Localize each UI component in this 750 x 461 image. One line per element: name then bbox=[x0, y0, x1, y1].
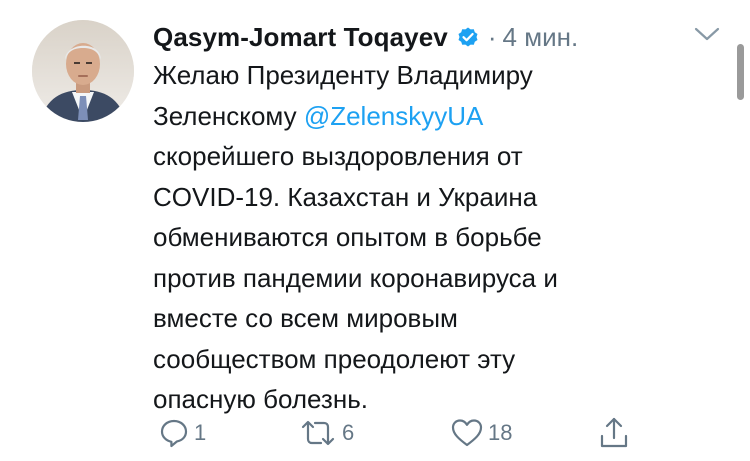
tweet-text: Желаю Президенту Владимиру Зеленскому @Z… bbox=[153, 55, 713, 420]
tweet-text-line: обмениваются опытом в борьбе bbox=[153, 217, 713, 258]
tweet-text-line: сообществом преодолеют эту bbox=[153, 339, 713, 380]
heart-icon bbox=[451, 419, 483, 447]
text-segment: против пандемии коронавируса и bbox=[153, 262, 558, 293]
text-segment: COVID-19. Казахстан и Украина bbox=[153, 181, 538, 212]
chevron-down-icon[interactable] bbox=[694, 25, 720, 43]
tweet-text-line: скорейшего выздоровления от bbox=[153, 136, 713, 177]
share-button[interactable] bbox=[598, 416, 630, 450]
avatar-photo bbox=[32, 20, 134, 122]
tweet-text-line: вместе со всем мировым bbox=[153, 298, 713, 339]
tweet-header: Qasym-Jomart Toqayev · 4 мин. bbox=[153, 20, 578, 54]
like-button[interactable]: 18 bbox=[450, 416, 512, 450]
scrollbar[interactable] bbox=[737, 44, 744, 100]
header-separator: · bbox=[487, 21, 497, 52]
retweet-button[interactable]: 6 bbox=[298, 416, 354, 450]
retweet-icon bbox=[301, 420, 335, 446]
avatar[interactable] bbox=[32, 20, 134, 122]
tweet-actions: 1 6 18 bbox=[0, 416, 750, 452]
reply-count: 1 bbox=[194, 420, 207, 445]
tweet-text-line: Зеленскому @ZelenskyyUA bbox=[153, 96, 713, 137]
tweet-text-line: против пандемии коронавируса и bbox=[153, 258, 713, 299]
text-segment: обмениваются опытом в борьбе bbox=[153, 222, 542, 252]
tweet-text-line: COVID-19. Казахстан и Украина bbox=[153, 177, 713, 218]
text-segment: опасную болезнь. bbox=[153, 384, 368, 414]
tweet-text-line: Желаю Президенту Владимиру bbox=[153, 55, 713, 96]
text-segment: сообществом преодолеют эту bbox=[153, 343, 516, 374]
like-count: 18 bbox=[488, 420, 513, 445]
text-segment: Желаю Президенту Владимиру bbox=[153, 60, 533, 90]
share-icon bbox=[600, 417, 628, 448]
verified-badge-icon bbox=[456, 25, 480, 49]
timestamp[interactable]: 4 мин. bbox=[503, 22, 579, 53]
author-name[interactable]: Qasym-Jomart Toqayev bbox=[153, 22, 448, 53]
text-segment: вместе со всем мировым bbox=[153, 303, 458, 333]
mention-link[interactable]: @ZelenskyyUA bbox=[304, 101, 484, 131]
text-segment: Зеленскому bbox=[153, 100, 304, 131]
tweet-text-line: опасную болезнь. bbox=[153, 379, 713, 420]
tweet-card[interactable]: Qasym-Jomart Toqayev · 4 мин. Желаю През… bbox=[0, 0, 750, 461]
reply-button[interactable]: 1 bbox=[158, 416, 206, 450]
reply-icon bbox=[160, 419, 188, 448]
retweet-count: 6 bbox=[342, 420, 355, 445]
text-segment: скорейшего выздоровления от bbox=[153, 141, 523, 171]
